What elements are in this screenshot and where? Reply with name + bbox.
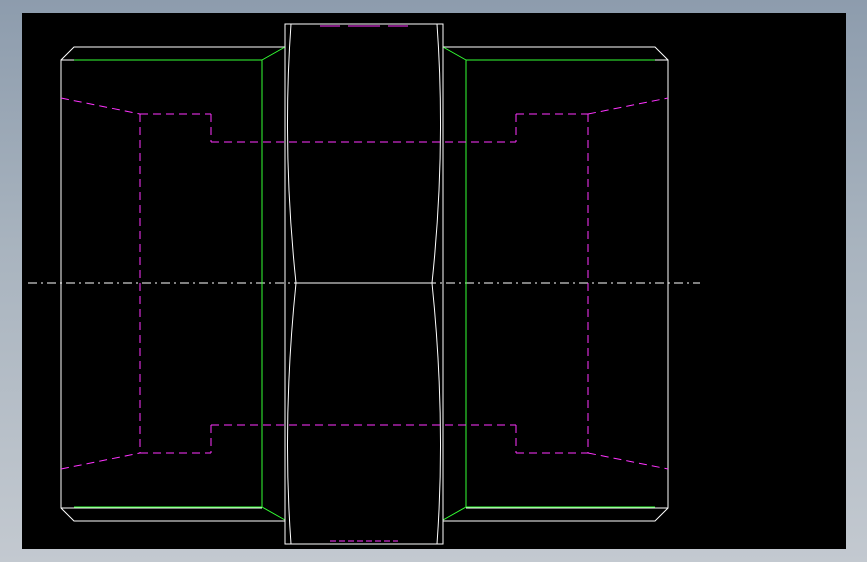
cad-viewport[interactable] <box>22 13 846 549</box>
